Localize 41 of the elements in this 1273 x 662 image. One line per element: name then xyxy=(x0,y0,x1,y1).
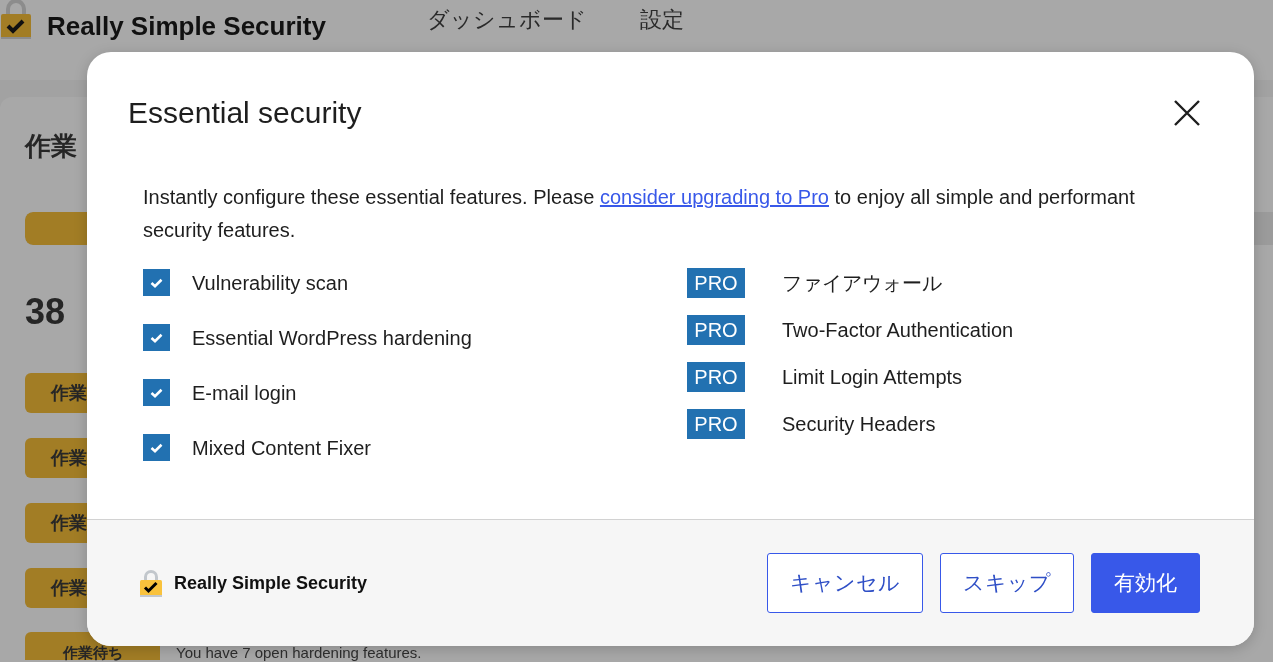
checkbox[interactable] xyxy=(143,324,170,351)
close-icon xyxy=(1174,100,1200,126)
checkmark-icon xyxy=(150,277,163,288)
lock-check-icon xyxy=(140,569,162,597)
feature-label: Limit Login Attempts xyxy=(782,365,963,390)
status-badge: 作業 xyxy=(25,503,87,543)
nav-link[interactable]: 設定 xyxy=(640,6,684,34)
status-badge: 作業 xyxy=(25,568,87,608)
pro-badge: PRO xyxy=(687,315,745,345)
pro-badge: PRO xyxy=(687,362,745,392)
feature-label: Mixed Content Fixer xyxy=(192,435,371,461)
intro-text: Instantly configure these essential features. Please consider upgrading to Pro to enjoy all simple and performant security features. xyxy=(143,185,1136,243)
checkmark-icon xyxy=(150,332,163,343)
app-title: Really Simple Security xyxy=(47,11,326,41)
feature-label: ファイアウォール xyxy=(782,271,942,296)
close-button[interactable] xyxy=(1174,100,1200,126)
status-badge: 作業 xyxy=(25,438,87,478)
nav-link[interactable]: ダッシュボード xyxy=(427,6,587,34)
checkbox[interactable] xyxy=(143,269,170,296)
pro-badge: PRO xyxy=(687,409,745,439)
brand-name: Really Simple Security xyxy=(174,572,368,594)
checkbox[interactable] xyxy=(143,379,170,406)
checkmark-icon xyxy=(150,442,163,453)
feature-label: Security Headers xyxy=(782,412,936,437)
dialog-button[interactable]: スキップ xyxy=(940,553,1074,613)
progress-percentage: 38 xyxy=(25,294,66,330)
feature-label: E-mail login xyxy=(192,380,297,406)
dialog-button[interactable]: 有効化 xyxy=(1091,553,1200,613)
dialog-title: Essential security xyxy=(128,95,362,131)
checkbox[interactable] xyxy=(143,434,170,461)
lock-check-icon xyxy=(0,0,32,40)
status-badge: 作業 xyxy=(25,373,87,413)
task-description: You have 7 open hardening features. xyxy=(176,645,422,660)
checkmark-icon xyxy=(150,387,163,398)
upgrade-link[interactable]: consider upgrading to Pro xyxy=(599,186,829,208)
section-heading: 作業 xyxy=(25,130,77,162)
feature-label: Two-Factor Authentication xyxy=(782,318,1014,343)
feature-label: Vulnerability scan xyxy=(192,270,348,296)
feature-label: Essential WordPress hardening xyxy=(192,325,472,351)
dialog-button[interactable]: キャンセル xyxy=(767,553,923,613)
pro-badge: PRO xyxy=(687,268,745,298)
